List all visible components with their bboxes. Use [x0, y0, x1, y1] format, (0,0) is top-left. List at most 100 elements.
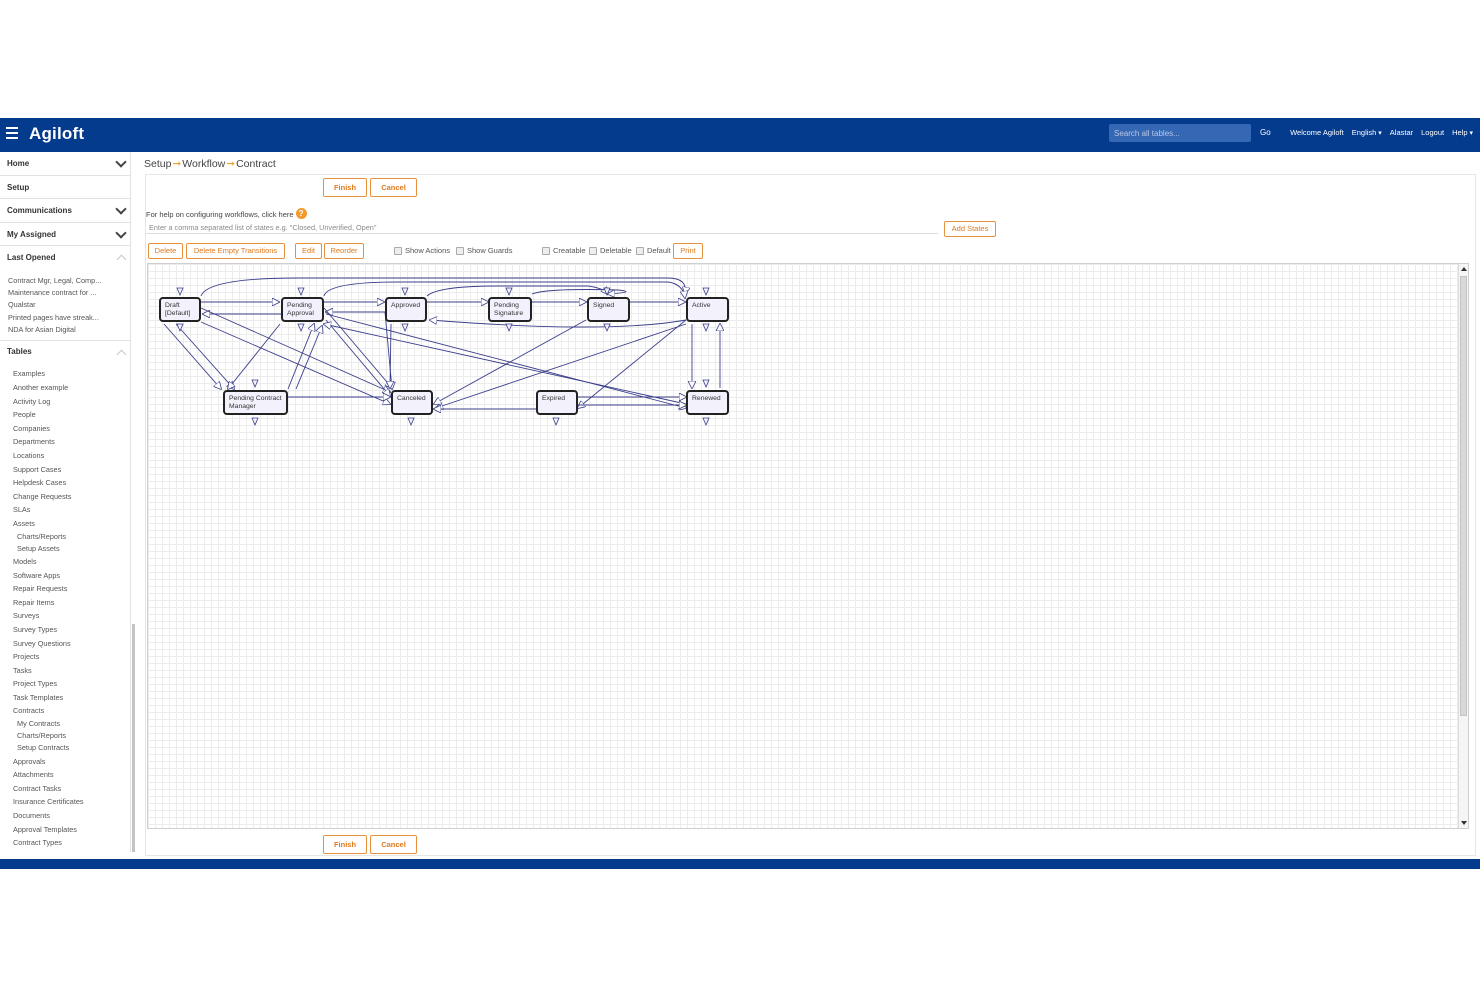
state-draft[interactable]: Draft [Default]: [159, 297, 201, 322]
sidebar-table-item[interactable]: Charts/Reports: [13, 531, 130, 543]
transition-edge[interactable]: [175, 323, 234, 389]
sidebar-table-item[interactable]: Projects: [13, 650, 130, 664]
sidebar-table-item[interactable]: Examples: [13, 367, 130, 381]
reorder-button[interactable]: Reorder: [324, 243, 364, 259]
transition-edge[interactable]: [228, 323, 281, 389]
scroll-thumb[interactable]: [1460, 276, 1467, 716]
logout-link[interactable]: Logout: [1421, 128, 1444, 137]
sidebar-section-my-assigned[interactable]: My Assigned: [0, 223, 130, 246]
sidebar-table-item[interactable]: Another example: [13, 381, 130, 395]
breadcrumb-setup[interactable]: Setup: [144, 158, 171, 170]
sidebar-table-item[interactable]: My Contracts: [13, 718, 130, 730]
menu-icon[interactable]: [6, 127, 18, 141]
sidebar-table-item[interactable]: Setup Contracts: [13, 742, 130, 754]
sidebar-table-item[interactable]: Documents: [13, 809, 130, 823]
sidebar-table-item[interactable]: Task Templates: [13, 691, 130, 705]
transition-edge[interactable]: [578, 319, 687, 408]
sidebar-table-item[interactable]: Models: [13, 555, 130, 569]
sidebar-table-item[interactable]: SLAs: [13, 503, 130, 517]
sidebar-section-setup[interactable]: Setup: [0, 176, 130, 199]
sidebar-table-item[interactable]: Repair Items: [13, 596, 130, 610]
language-menu[interactable]: English: [1352, 128, 1382, 137]
sidebar-table-item[interactable]: Approval Templates: [13, 823, 130, 837]
breadcrumb-workflow[interactable]: Workflow: [182, 158, 225, 170]
cancel-button[interactable]: Cancel: [370, 178, 417, 197]
sidebar-section-communications[interactable]: Communications: [0, 199, 130, 223]
sidebar-table-item[interactable]: Repair Requests: [13, 582, 130, 596]
cancel-button-bottom[interactable]: Cancel: [370, 835, 417, 854]
finish-button[interactable]: Finish: [323, 178, 367, 197]
transition-edge[interactable]: [325, 313, 686, 408]
sidebar-table-item[interactable]: Survey Types: [13, 623, 130, 637]
sidebar-section-tables[interactable]: Tables: [0, 341, 130, 361]
state-pending-signature[interactable]: Pending Signature: [488, 297, 532, 322]
transition-edge[interactable]: [323, 281, 685, 298]
state-renewed[interactable]: Renewed: [686, 390, 729, 415]
finish-button-bottom[interactable]: Finish: [323, 835, 367, 854]
help-menu[interactable]: Help: [1452, 128, 1473, 137]
user-link[interactable]: Alastar: [1390, 128, 1413, 137]
sidebar-section-last-opened[interactable]: Last Opened: [0, 246, 130, 270]
checkbox-icon[interactable]: [636, 246, 644, 255]
recent-item[interactable]: Printed pages have streak...: [8, 312, 130, 324]
sidebar-table-item[interactable]: Change Requests: [13, 490, 130, 504]
sidebar-table-item[interactable]: Attachments: [13, 768, 130, 782]
sidebar-table-item[interactable]: Insurance Certificates: [13, 795, 130, 809]
checkbox-icon[interactable]: [589, 246, 597, 255]
workflow-canvas[interactable]: Draft [Default] Pending Approval Approved …: [147, 263, 1469, 829]
sidebar-table-item[interactable]: Approvals: [13, 755, 130, 769]
delete-empty-transitions-button[interactable]: Delete Empty Transitions: [186, 243, 285, 259]
state-active[interactable]: Active: [686, 297, 729, 322]
show-actions-checkbox[interactable]: Show Actions: [394, 246, 450, 255]
sidebar-table-item[interactable]: Survey Questions: [13, 637, 130, 651]
checkbox-icon[interactable]: [394, 246, 402, 255]
sidebar-table-item[interactable]: Companies: [13, 422, 130, 436]
deletable-checkbox[interactable]: Deletable: [589, 246, 632, 255]
sidebar-table-item[interactable]: Attachment Types: [13, 850, 130, 853]
print-button[interactable]: Print: [673, 243, 703, 259]
sidebar-table-item[interactable]: Support Cases: [13, 463, 130, 477]
state-pending-approval[interactable]: Pending Approval: [281, 297, 324, 322]
sidebar-table-item[interactable]: Contract Types: [13, 836, 130, 850]
transition-edge[interactable]: [163, 323, 221, 389]
search-go-button[interactable]: Go: [1260, 128, 1271, 137]
scroll-down-icon[interactable]: [1461, 821, 1467, 825]
delete-button[interactable]: Delete: [148, 243, 183, 259]
recent-item[interactable]: Maintenance contract for ...: [8, 287, 130, 299]
sidebar-table-item[interactable]: Contract Tasks: [13, 782, 130, 796]
transition-edge[interactable]: [531, 289, 627, 295]
app-logo[interactable]: Agiloft: [29, 124, 84, 144]
scroll-up-icon[interactable]: [1461, 267, 1467, 271]
sidebar-table-item[interactable]: Assets: [13, 517, 130, 531]
sidebar-table-item[interactable]: Helpdesk Cases: [13, 476, 130, 490]
state-approved[interactable]: Approved: [385, 297, 427, 322]
checkbox-icon[interactable]: [542, 246, 550, 255]
creatable-checkbox[interactable]: Creatable: [542, 246, 586, 255]
sidebar-table-item[interactable]: Software Apps: [13, 569, 130, 583]
sidebar-table-item[interactable]: Locations: [13, 449, 130, 463]
sidebar-table-item[interactable]: Setup Assets: [13, 543, 130, 555]
checkbox-icon[interactable]: [456, 246, 464, 255]
sidebar-table-item[interactable]: Surveys: [13, 609, 130, 623]
sidebar-table-item[interactable]: People: [13, 408, 130, 422]
recent-item[interactable]: Qualstar: [8, 299, 130, 311]
sidebar-table-item[interactable]: Contracts: [13, 704, 130, 718]
show-guards-checkbox[interactable]: Show Guards: [456, 246, 512, 255]
canvas-scrollbar[interactable]: [1458, 264, 1468, 828]
state-signed[interactable]: Signed: [587, 297, 630, 322]
state-pending-contract-manager[interactable]: Pending Contract Manager: [223, 390, 288, 415]
sidebar-section-home[interactable]: Home: [0, 152, 130, 176]
sidebar-scrollbar[interactable]: [132, 624, 135, 852]
transition-edge[interactable]: [430, 320, 687, 328]
sidebar-table-item[interactable]: Tasks: [13, 664, 130, 678]
transition-edge[interactable]: [323, 307, 392, 388]
add-states-button[interactable]: Add States: [944, 221, 996, 237]
sidebar-table-item[interactable]: Departments: [13, 435, 130, 449]
sidebar-table-item[interactable]: Activity Log: [13, 395, 130, 409]
state-canceled[interactable]: Canceled: [391, 390, 433, 415]
global-search-input[interactable]: [1109, 124, 1251, 142]
help-icon[interactable]: ?: [295, 208, 307, 219]
edit-button[interactable]: Edit: [295, 243, 322, 259]
add-states-input[interactable]: [146, 221, 938, 234]
transition-edge[interactable]: [426, 285, 608, 297]
